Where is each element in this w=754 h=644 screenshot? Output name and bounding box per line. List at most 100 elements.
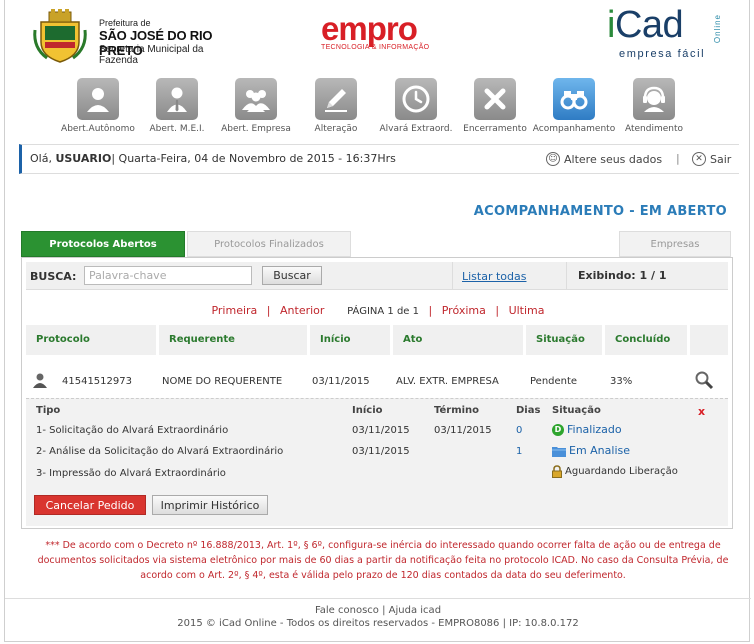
alter-data-link[interactable]: ☺ Altere seus dados (546, 152, 662, 166)
detail-col-situacao: Situação (552, 405, 601, 416)
showing-count: Exibindo: 1 / 1 (578, 269, 667, 282)
col-ato: Ato (393, 325, 523, 355)
prefeitura-logo[interactable]: Prefeitura de SÃO JOSÉ DO RIO PRETO Secr… (31, 8, 241, 66)
col-protocolo: Protocolo (26, 325, 156, 355)
pagination: Primeira | Anterior | PÁGINA 1 de 1 | Pr… (211, 304, 545, 317)
close-details-icon[interactable]: x (698, 405, 705, 418)
headset-icon (633, 78, 675, 120)
empro-word: empro (321, 10, 418, 47)
page-next[interactable]: Próxima (442, 304, 486, 317)
page-last[interactable]: Ultima (509, 304, 545, 317)
page-info: PÁGINA 1 de 1 (347, 306, 419, 317)
protocol-details: Tipo Início Término Dias Situação x 1- S… (26, 398, 728, 526)
user-icon: ☺ (546, 152, 560, 166)
empro-logo[interactable]: empro TECNOLOGIA & INFORMAÇÃO (321, 10, 451, 54)
row-act: ALV. EXTR. EMPRESA (396, 376, 499, 387)
binoculars-icon (553, 78, 595, 120)
step-tipo: 3- Impressão do Alvará Extraordinário (36, 468, 226, 479)
x-icon (474, 78, 516, 120)
search-button[interactable]: Buscar (262, 266, 322, 285)
city-crest-icon (33, 9, 87, 63)
nav-encerramento[interactable]: Encerramento (452, 78, 538, 134)
empro-tagline: TECNOLOGIA & INFORMAÇÃO (321, 44, 430, 51)
icad-word: iCad (607, 4, 684, 46)
row-status: Pendente (530, 376, 578, 387)
close-icon: ✕ (692, 152, 706, 166)
step-inicio: 03/11/2015 (352, 425, 410, 436)
copyright: 2015 © iCad Online - Todos os direitos r… (177, 618, 579, 629)
detail-col-termino: Término (434, 405, 480, 416)
main-nav: Abert.Autônomo Abert. M.E.I. Abert. Empr… (5, 78, 751, 138)
divider (452, 262, 453, 290)
list-all-link[interactable]: Listar todas (462, 270, 527, 283)
row-requester: NOME DO REQUERENTE (162, 376, 283, 387)
icad-logo[interactable]: iCad empresa fácil Online (607, 4, 737, 62)
print-history-button[interactable]: Imprimir Histórico (152, 495, 268, 515)
col-inicio: Início (310, 325, 390, 355)
table-row[interactable]: 41541512973 NOME DO REQUERENTE 03/11/201… (26, 370, 728, 398)
logout-link[interactable]: ✕ Sair (692, 152, 731, 166)
lock-icon (552, 465, 562, 478)
col-situacao: Situação (526, 325, 602, 355)
person-icon (77, 78, 119, 120)
nav-alvara-extraord[interactable]: Alvará Extraord. (373, 78, 459, 134)
search-label: BUSCA: (30, 270, 77, 283)
prefeitura-small: Prefeitura de (99, 18, 151, 28)
prefeitura-dept: Secretaria Municipal da Fazenda (99, 44, 204, 66)
row-done: 33% (610, 376, 633, 387)
group-icon (235, 78, 277, 120)
step-status-aguardando: Aguardando Liberação (552, 465, 678, 478)
contact-link[interactable]: Fale conosco (315, 605, 379, 616)
legal-notice: *** De acordo com o Decreto nº 16.888/20… (37, 540, 729, 581)
step-dias-link[interactable]: 1 (516, 446, 522, 457)
step-termino: 03/11/2015 (434, 425, 492, 436)
table-header: Protocolo Requerente Início Ato Situação… (26, 325, 728, 355)
greet-divider: | (676, 152, 680, 165)
protocols-panel: BUSCA: Buscar Listar todas Exibindo: 1 /… (21, 257, 733, 529)
step-status-finalizado[interactable]: D Finalizado (552, 423, 622, 436)
page-frame: Prefeitura de SÃO JOSÉ DO RIO PRETO Secr… (4, 0, 751, 642)
divider (566, 262, 567, 290)
businessman-icon (156, 78, 198, 120)
step-tipo: 1- Solicitação do Alvará Extraordinário (36, 425, 229, 436)
current-date: | Quarta-Feira, 04 de Novembro de 2015 -… (111, 152, 396, 165)
header: Prefeitura de SÃO JOSÉ DO RIO PRETO Secr… (5, 0, 751, 68)
step-status-analise[interactable]: Em Analise (552, 444, 630, 457)
detail-col-tipo: Tipo (36, 405, 61, 416)
pencil-icon (315, 78, 357, 120)
row-start: 03/11/2015 (312, 376, 370, 387)
page-prev[interactable]: Anterior (280, 304, 324, 317)
nav-abert-autonomo[interactable]: Abert.Autônomo (55, 78, 141, 134)
footer: Fale conosco | Ajuda icad 2015 © iCad On… (5, 598, 751, 629)
tab-protocolos-abertos[interactable]: Protocolos Abertos (21, 231, 185, 257)
magnifier-icon[interactable] (694, 370, 714, 390)
step-dias-link[interactable]: 0 (516, 425, 522, 436)
icad-online: Online (713, 14, 722, 44)
greeting-text: Olá, USUARIO| Quarta-Feira, 04 de Novemb… (30, 152, 396, 165)
clock-icon (395, 78, 437, 120)
col-concluido: Concluído (605, 325, 687, 355)
nav-acompanhamento[interactable]: Acompanhamento (531, 78, 617, 134)
help-link[interactable]: Ajuda icad (389, 605, 441, 616)
cancel-request-button[interactable]: Cancelar Pedido (34, 495, 146, 515)
nav-alteracao[interactable]: Alteração (293, 78, 379, 134)
detail-col-dias: Dias (516, 405, 541, 416)
row-protocol: 41541512973 (62, 376, 132, 387)
tab-empresas[interactable]: Empresas (619, 231, 731, 257)
nav-abert-mei[interactable]: Abert. M.E.I. (134, 78, 220, 134)
folder-icon (552, 446, 566, 457)
username: USUARIO (55, 152, 112, 165)
greeting-bar: Olá, USUARIO| Quarta-Feira, 04 de Novemb… (19, 144, 739, 174)
detail-col-inicio: Início (352, 405, 383, 416)
nav-atendimento[interactable]: Atendimento (611, 78, 697, 134)
done-icon: D (552, 423, 564, 436)
step-inicio: 03/11/2015 (352, 446, 410, 457)
page-first[interactable]: Primeira (211, 304, 257, 317)
col-action (690, 325, 728, 355)
page-title: ACOMPANHAMENTO - EM ABERTO (473, 204, 727, 219)
step-tipo: 2- Análise da Solicitação do Alvará Extr… (36, 446, 284, 457)
search-input[interactable] (84, 266, 252, 285)
tab-protocolos-finalizados[interactable]: Protocolos Finalizados (187, 231, 351, 257)
search-bar: BUSCA: Buscar Listar todas Exibindo: 1 /… (26, 262, 728, 290)
nav-abert-empresa[interactable]: Abert. Empresa (213, 78, 299, 134)
